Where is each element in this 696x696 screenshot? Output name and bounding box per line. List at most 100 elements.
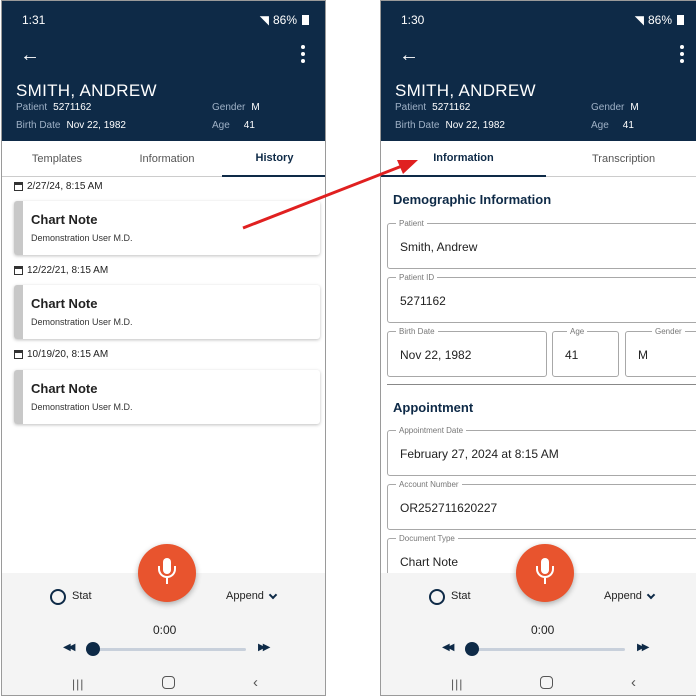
age-field[interactable]: Age 41 [552, 326, 619, 377]
nav-back-icon[interactable]: ‹ [253, 674, 258, 691]
field-label: Patient [396, 218, 427, 229]
patient-label: Patient [16, 102, 48, 113]
system-nav-bar: ||| ‹ [2, 661, 325, 695]
append-dropdown[interactable]: Append [226, 590, 278, 602]
field-value: 5271162 [400, 294, 446, 308]
patient-label: Patient [395, 102, 427, 113]
tab-bar: Information Transcription [381, 141, 696, 177]
gender-label: Gender [591, 102, 625, 113]
status-icons: ◥ 86% [260, 13, 309, 27]
history-date: 2/27/24, 8:15 AM [14, 181, 103, 192]
back-arrow-icon[interactable]: ← [399, 45, 419, 65]
status-battery: 86% [272, 13, 297, 27]
note-author: Demonstration User M.D. [31, 233, 133, 243]
age-label: Age [591, 120, 609, 131]
stat-radio[interactable] [50, 589, 66, 605]
system-nav-bar: ||| ‹ [381, 661, 696, 695]
note-author: Demonstration User M.D. [31, 317, 133, 327]
more-options-icon[interactable] [678, 45, 686, 63]
field-label: Appointment Date [396, 425, 467, 436]
tab-transcription[interactable]: Transcription [546, 141, 696, 177]
append-label: Append [226, 590, 264, 602]
progress-track[interactable] [86, 648, 246, 651]
age-row: Age 41 [591, 120, 634, 131]
card-stripe [14, 370, 23, 424]
field-value: Nov 22, 1982 [400, 348, 472, 362]
app-header: 1:30 ◥ 86% ← SMITH, ANDREW Patient 527116… [381, 1, 696, 141]
record-button[interactable] [516, 544, 574, 602]
wifi-icon: ◥ [634, 13, 644, 27]
note-title: Chart Note [31, 296, 98, 311]
home-icon[interactable] [162, 676, 175, 689]
microphone-stem [544, 578, 546, 584]
append-dropdown[interactable]: Append [604, 590, 656, 602]
tab-history[interactable]: History [222, 141, 325, 177]
microphone-arc [536, 566, 554, 578]
progress-track[interactable] [465, 648, 625, 651]
note-title: Chart Note [31, 212, 98, 227]
patient-id-row: Patient 5271162 [395, 102, 470, 113]
birth-date-row: Birth Date Nov 22, 1982 [395, 120, 505, 131]
phone-screen-history: 1:31 ◥ 86% ← SMITH, ANDREW Patient 527116… [1, 0, 326, 696]
age-value: 41 [622, 120, 634, 131]
patient-name: SMITH, ANDREW [16, 81, 157, 100]
rewind-icon[interactable]: ◀◀ [442, 642, 455, 653]
rewind-icon[interactable]: ◀◀ [63, 642, 76, 653]
history-date: 10/19/20, 8:15 AM [14, 349, 108, 360]
birth-date-label: Birth Date [16, 120, 61, 131]
append-label: Append [604, 590, 642, 602]
history-date-text: 2/27/24, 8:15 AM [27, 181, 103, 192]
app-header: 1:31 ◥ 86% ← SMITH, ANDREW Patient 527116… [2, 1, 325, 141]
demographic-section-title: Demographic Information [393, 192, 552, 207]
recents-icon[interactable]: ||| [451, 677, 463, 691]
chevron-down-icon [268, 590, 278, 599]
birth-date-field[interactable]: Birth Date Nov 22, 1982 [387, 326, 547, 377]
field-value: OR252711620227 [400, 501, 498, 515]
nav-back-icon[interactable]: ‹ [631, 674, 636, 691]
birth-date-label: Birth Date [395, 120, 440, 131]
history-date-text: 12/22/21, 8:15 AM [27, 265, 109, 276]
appointment-date-field[interactable]: Appointment Date February 27, 2024 at 8:… [387, 425, 696, 476]
progress-thumb[interactable] [86, 642, 100, 656]
field-value: Chart Note [400, 555, 459, 569]
stat-radio[interactable] [429, 589, 445, 605]
patient-name: SMITH, ANDREW [395, 81, 536, 100]
field-value: 41 [565, 348, 579, 362]
tab-templates[interactable]: Templates [2, 141, 112, 177]
microphone-arc [158, 566, 176, 578]
birth-date-value: Nov 22, 1982 [445, 120, 505, 131]
tab-information[interactable]: Information [381, 141, 546, 177]
tab-bar: Templates Information History [2, 141, 325, 177]
fast-forward-icon[interactable]: ▶▶ [258, 642, 271, 653]
recents-icon[interactable]: ||| [72, 677, 84, 691]
record-button[interactable] [138, 544, 196, 602]
back-arrow-icon[interactable]: ← [20, 45, 40, 65]
fast-forward-icon[interactable]: ▶▶ [637, 642, 650, 653]
patient-id-row: Patient 5271162 [16, 102, 91, 113]
progress-thumb[interactable] [465, 642, 479, 656]
gender-field[interactable]: Gender M [625, 326, 696, 377]
tab-information[interactable]: Information [112, 141, 222, 177]
microphone-stem [166, 578, 168, 584]
card-stripe [14, 201, 23, 255]
status-battery: 86% [647, 13, 672, 27]
field-label: Birth Date [396, 326, 438, 337]
field-label: Patient ID [396, 272, 438, 283]
history-card[interactable]: Chart Note Demonstration User M.D. [14, 370, 320, 424]
card-stripe [14, 285, 23, 339]
account-number-field[interactable]: Account Number OR252711620227 [387, 479, 696, 530]
field-label: Document Type [396, 533, 458, 544]
timer: 0:00 [531, 623, 555, 637]
more-options-icon[interactable] [299, 45, 307, 63]
history-card[interactable]: Chart Note Demonstration User M.D. [14, 201, 320, 255]
patient-id-field[interactable]: Patient ID 5271162 [387, 272, 696, 323]
history-card[interactable]: Chart Note Demonstration User M.D. [14, 285, 320, 339]
status-time: 1:31 [22, 13, 46, 27]
age-row: Age 41 [212, 120, 255, 131]
patient-field[interactable]: Patient Smith, Andrew [387, 218, 696, 269]
birth-date-row: Birth Date Nov 22, 1982 [16, 120, 126, 131]
status-icons: ◥ 86% [635, 13, 684, 27]
stat-label: Stat [451, 590, 471, 602]
home-icon[interactable] [540, 676, 553, 689]
phone-screen-information: 1:30 ◥ 86% ← SMITH, ANDREW Patient 527116… [380, 0, 696, 696]
